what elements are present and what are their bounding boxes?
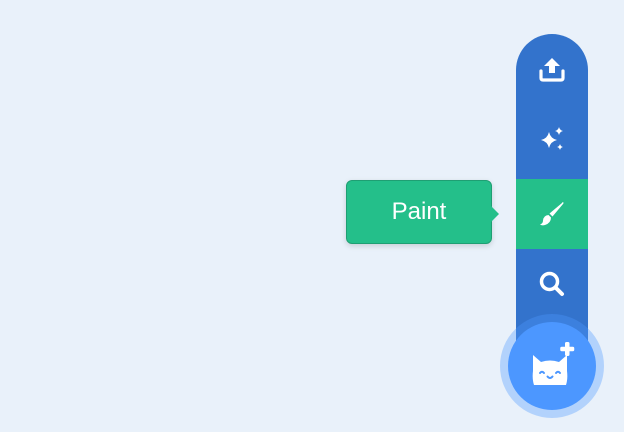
choose-sprite-button[interactable] <box>508 322 596 410</box>
search-sprite-button[interactable] <box>516 249 588 319</box>
search-icon <box>537 269 567 299</box>
upload-icon <box>537 54 567 84</box>
tooltip-label: Paint <box>391 198 447 225</box>
paintbrush-icon <box>537 199 567 229</box>
sparkle-icon <box>537 124 567 154</box>
paint-tooltip: Paint <box>346 180 499 244</box>
paint-sprite-button[interactable] <box>516 179 588 249</box>
surprise-sprite-button[interactable] <box>516 104 588 174</box>
upload-sprite-button[interactable] <box>516 34 588 104</box>
cat-plus-icon <box>527 339 577 394</box>
